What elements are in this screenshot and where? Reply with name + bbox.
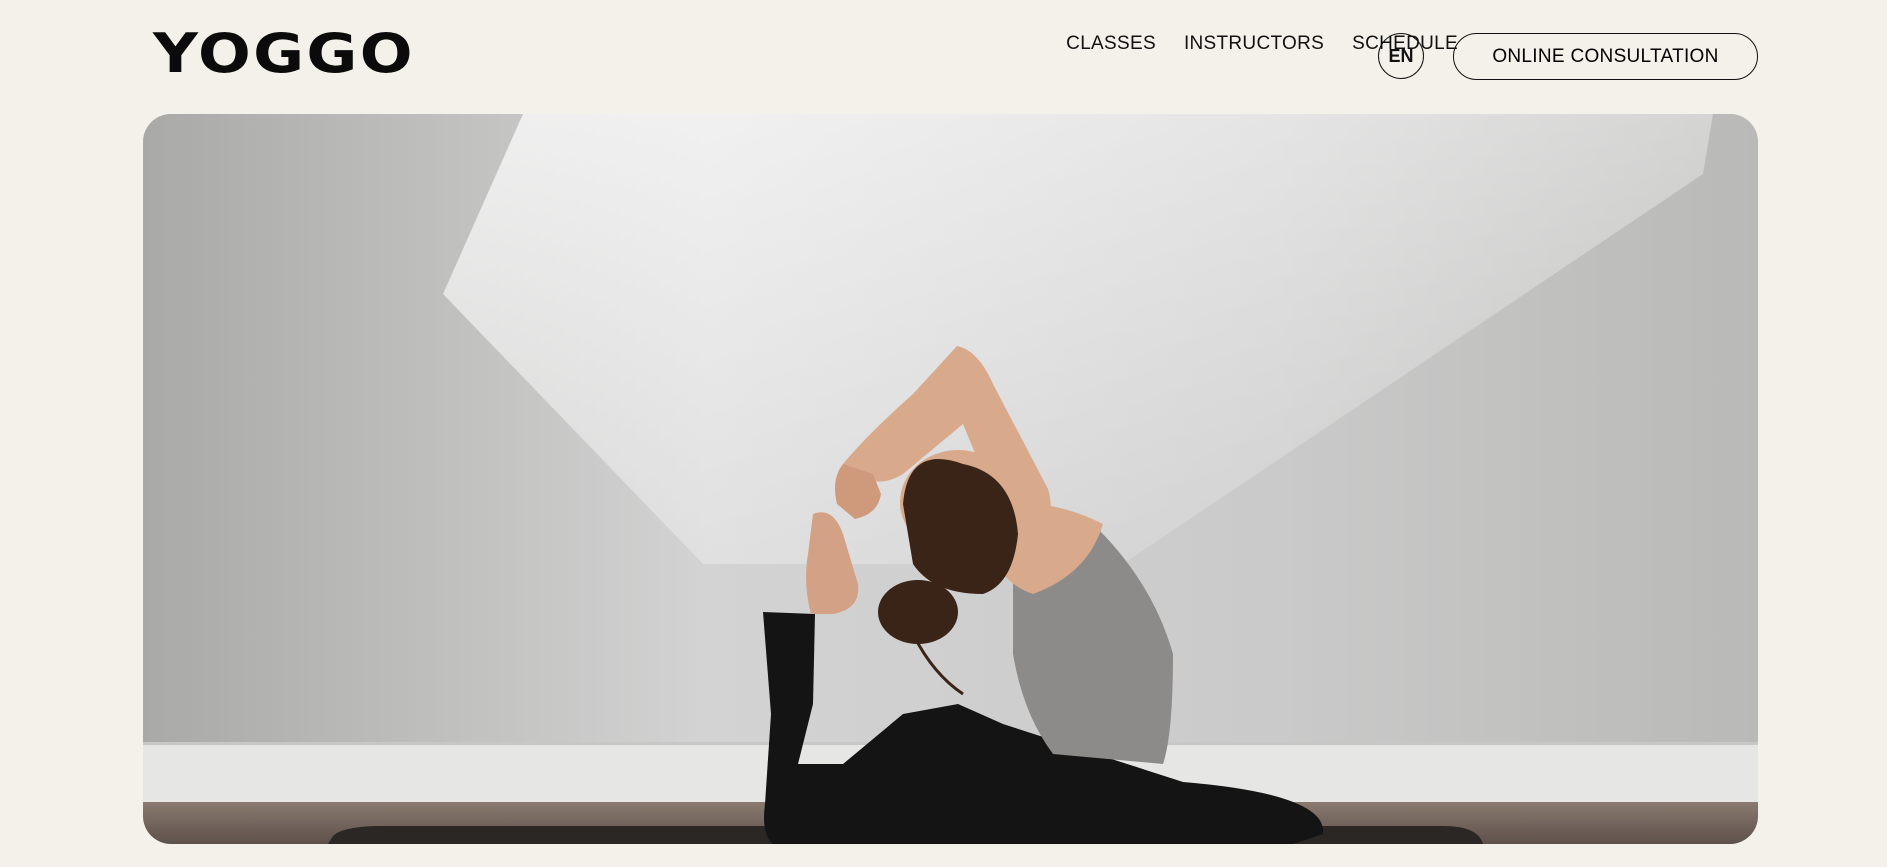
language-switcher[interactable]: EN xyxy=(1378,33,1424,79)
nav-link-instructors[interactable]: INSTRUCTORS xyxy=(1184,33,1324,55)
online-consultation-button[interactable]: ONLINE CONSULTATION xyxy=(1453,33,1758,80)
brand-logo[interactable]: YOGGO xyxy=(153,26,415,82)
hair-bun xyxy=(878,580,958,644)
nav-link-classes[interactable]: CLASSES xyxy=(1066,33,1156,55)
site-header: YOGGO CLASSES INSTRUCTORS SCHEDULE EN ON… xyxy=(0,0,1887,114)
yoga-pose-photo xyxy=(143,114,1758,844)
hero-image xyxy=(143,114,1758,844)
